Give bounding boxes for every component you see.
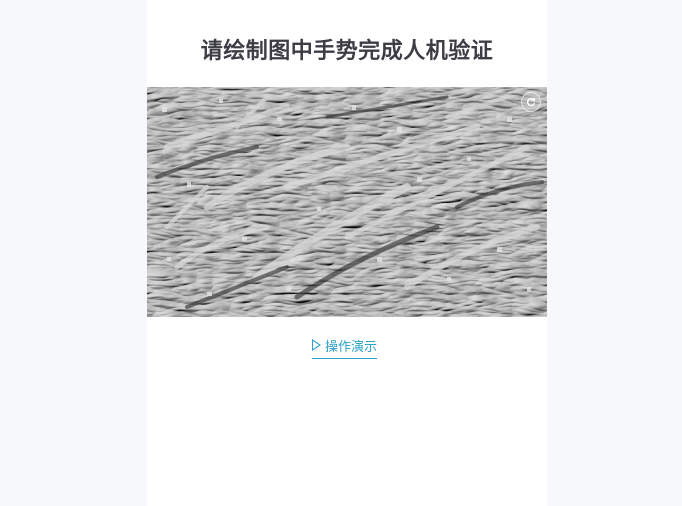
captcha-title: 请绘制图中手势完成人机验证	[200, 39, 494, 64]
refresh-button[interactable]	[521, 92, 541, 112]
demo-link[interactable]: 操作演示	[312, 333, 378, 359]
gesture-canvas[interactable]	[147, 87, 547, 317]
gesture-image	[147, 87, 547, 317]
captcha-panel: 请绘制图中手势完成人机验证 操作演示	[147, 0, 547, 506]
play-icon	[312, 339, 321, 351]
refresh-icon	[526, 97, 536, 107]
demo-label: 操作演示	[325, 339, 378, 355]
